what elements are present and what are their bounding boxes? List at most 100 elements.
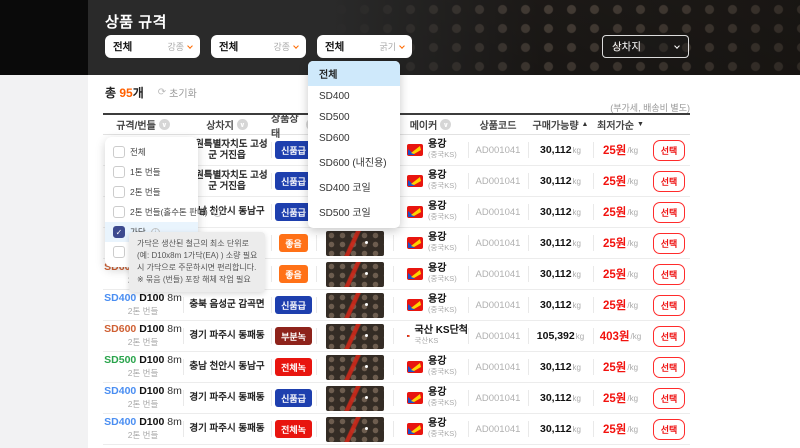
lowest-price: 25원 <box>603 204 626 220</box>
checkbox[interactable] <box>113 246 125 258</box>
spec-cell: SD600 D100 8m 2톤 번들 <box>103 321 183 351</box>
select-cell: 선택 <box>648 197 690 227</box>
tooltip-line: ※ 묶음 (번들) 포장 해체 작업 필요 <box>137 274 257 286</box>
header-spec[interactable]: 규격/번들∨ <box>103 115 183 134</box>
grade-option[interactable]: SD400 <box>308 86 400 107</box>
qty-cell: 30,112kg <box>528 383 593 413</box>
condition-badge: 좋음 <box>279 234 308 252</box>
bundle-option[interactable]: 전체 <box>105 142 198 162</box>
size-label: D100 <box>139 416 164 428</box>
checkbox[interactable] <box>113 146 125 158</box>
bundle-label: 2톤 번들 <box>104 430 182 441</box>
product-thumbnail[interactable] <box>326 293 384 318</box>
header-qty-sort[interactable]: 구매가능량▲ <box>528 115 593 134</box>
sort-asc-icon[interactable]: ▲ <box>582 121 589 128</box>
available-quantity: 30,112 <box>540 268 572 280</box>
page: 상품 규격 전체강종전체강종전체굵기 상차지 총 95개 ⟳ 초기화 (부가세,… <box>0 0 800 448</box>
available-quantity: 30,112 <box>540 237 572 249</box>
price-cell: 25원/kg <box>593 383 648 413</box>
size-label: D100 <box>139 323 164 335</box>
header-maker[interactable]: 메이커∨ <box>393 115 468 134</box>
filter-select-2[interactable]: 전체강종 <box>211 35 306 58</box>
pickup-location-cell: 경기 파주시 동패동 <box>183 383 271 413</box>
checkbox[interactable] <box>113 166 125 178</box>
select-button[interactable]: 선택 <box>653 140 686 161</box>
pickup-location-select[interactable]: 상차지 <box>602 35 689 58</box>
reset-button[interactable]: ⟳ 초기화 <box>158 85 197 100</box>
pickup-location-cell: 충남 천안시 동남구 <box>183 352 271 382</box>
spec-cell: SD400 D100 8m 2톤 번들 <box>103 383 183 413</box>
checkbox[interactable] <box>113 186 125 198</box>
select-button[interactable]: 선택 <box>653 233 686 254</box>
select-button[interactable]: 선택 <box>653 295 686 316</box>
info-icon[interactable]: i <box>213 208 222 217</box>
select-button[interactable]: 선택 <box>653 388 686 409</box>
select-button[interactable]: 선택 <box>653 419 686 440</box>
product-thumbnail[interactable] <box>326 324 384 349</box>
checkbox-checked[interactable] <box>113 226 125 238</box>
price-cell: 403원/kg <box>593 321 648 351</box>
chevron-down-icon <box>187 43 193 49</box>
maker-flag-icon <box>407 392 423 404</box>
sort-desc-icon[interactable]: ▼ <box>637 121 644 128</box>
maker-flag-icon <box>407 268 423 280</box>
product-thumbnail[interactable] <box>326 386 384 411</box>
product-code: AD001041 <box>476 424 521 435</box>
product-thumbnail[interactable] <box>326 355 384 380</box>
maker-flag-icon <box>407 361 423 373</box>
image-cell <box>316 259 393 289</box>
available-quantity: 30,112 <box>540 175 572 187</box>
bundle-option-label: 2톤 번들 <box>130 186 161 198</box>
price-unit: /kg <box>627 394 638 403</box>
quantity-unit: kg <box>573 239 581 248</box>
header-loc[interactable]: 상차지∨ <box>183 115 271 134</box>
product-thumbnail[interactable] <box>326 231 384 256</box>
select-button[interactable]: 선택 <box>653 326 686 347</box>
available-quantity: 30,112 <box>540 144 572 156</box>
filter-select-1[interactable]: 전체강종 <box>105 35 200 58</box>
sort-icon[interactable]: ∨ <box>159 119 170 130</box>
grade-option[interactable]: SD600 <box>308 128 400 149</box>
bundle-option[interactable]: 2톤 번들 <box>105 182 198 202</box>
pickup-location-cell: 경기 파주시 동패동 <box>183 321 271 351</box>
select-button[interactable]: 선택 <box>653 264 686 285</box>
qty-cell: 30,112kg <box>528 352 593 382</box>
select-button[interactable]: 선택 <box>653 202 686 223</box>
filter-select-3[interactable]: 전체굵기 <box>317 35 412 58</box>
grade-option[interactable]: SD500 <box>308 107 400 128</box>
price-unit: /kg <box>627 146 638 155</box>
quantity-unit: kg <box>573 177 581 186</box>
grade-option[interactable]: SD400 코일 <box>308 174 400 199</box>
sort-icon[interactable]: ∨ <box>440 119 451 130</box>
header-price-sort[interactable]: 최저가순▼ <box>593 115 648 134</box>
price-cell: 25원/kg <box>593 228 648 258</box>
state-cell: 신품급 <box>271 383 316 413</box>
sort-icon[interactable]: ∨ <box>237 119 248 130</box>
image-cell <box>316 290 393 320</box>
table-row: SD400 D100 8m 2톤 번들 경기 파주시 동패동 전체녹 용강 (중… <box>103 414 690 445</box>
lowest-price: 25원 <box>603 235 626 251</box>
grade-option[interactable]: SD500 코일 <box>308 199 400 224</box>
size-label: D100 <box>139 292 164 304</box>
product-thumbnail[interactable] <box>326 417 384 442</box>
select-button[interactable]: 선택 <box>653 357 686 378</box>
maker-flag-icon <box>407 330 410 342</box>
grade-option[interactable]: 전체 <box>308 61 400 86</box>
product-thumbnail[interactable] <box>326 262 384 287</box>
total-count-number: 95 <box>119 86 132 100</box>
bundle-option[interactable]: 2톤 번들(홀수톤 판매)i <box>105 202 198 222</box>
select-button[interactable]: 선택 <box>653 171 686 192</box>
price-cell: 25원/kg <box>593 166 648 196</box>
maker-cell: 국산 KS단척 국산KS <box>393 321 468 351</box>
lowest-price: 403원 <box>600 328 630 344</box>
maker-flag-icon <box>407 423 423 435</box>
bundle-option[interactable]: 1톤 번들 <box>105 162 198 182</box>
bundle-option-label: 1톤 번들 <box>130 166 161 178</box>
checkbox[interactable] <box>113 206 125 218</box>
maker-cell: 용강 (중국KS) <box>393 414 468 444</box>
grade-label: SD500 <box>104 354 136 366</box>
grade-option[interactable]: SD600 (내진용) <box>308 149 400 174</box>
available-quantity: 30,112 <box>540 206 572 218</box>
available-quantity: 30,112 <box>540 392 572 404</box>
price-cell: 25원/kg <box>593 259 648 289</box>
